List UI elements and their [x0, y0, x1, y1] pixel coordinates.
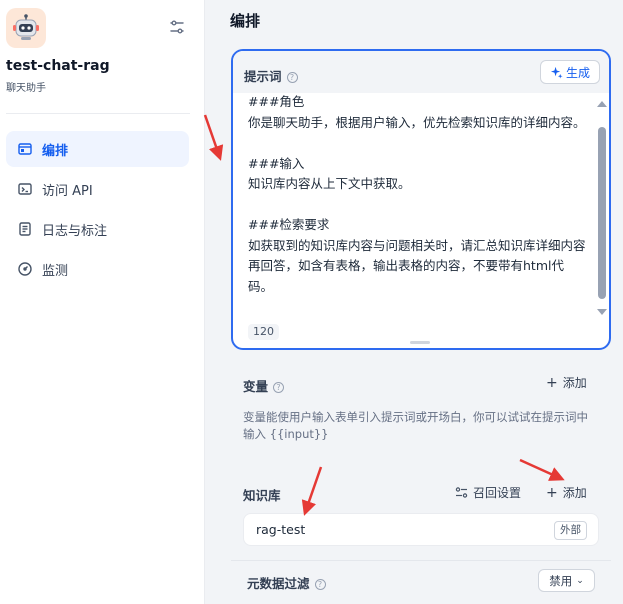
app-type: 聊天助手 [6, 83, 46, 94]
recall-settings-label: 召回设置 [473, 486, 522, 500]
knowledge-card: 知识库 召回设置 + 添加 rag-test 外部 元数据过滤? 禁用 ⌄ [231, 468, 611, 604]
help-icon[interactable]: ? [314, 579, 326, 590]
knowledge-title: 知识库 [243, 488, 281, 503]
recall-settings-button[interactable]: 召回设置 [455, 484, 521, 501]
sidebar-item-label: 访问 API [42, 183, 93, 199]
scroll-up-arrow[interactable] [597, 101, 607, 107]
sidebar-item-monitor[interactable]: 监测 [6, 251, 189, 287]
knowledge-item-name: rag-test [256, 522, 306, 537]
sidebar-item-label: 监测 [42, 263, 69, 279]
add-knowledge-button[interactable]: + 添加 [546, 484, 587, 501]
knowledge-item[interactable]: rag-test 外部 [243, 513, 599, 546]
variables-description: 变量能使用户输入表单引入提示词或开场白，你可以试试在提示词中输入 {{input… [243, 410, 588, 441]
metadata-filter-label: 元数据过滤 [247, 576, 310, 591]
prompt-label-wrap: 提示词? [244, 66, 298, 85]
gauge-icon [18, 262, 32, 276]
app-name: test-chat-rag [6, 58, 110, 74]
char-count-badge: 120 [248, 324, 279, 340]
knowledge-divider [231, 560, 611, 561]
variables-title-wrap: 变量? [243, 376, 285, 395]
metadata-filter-wrap: 元数据过滤? [247, 573, 326, 592]
chevron-down-icon: ⌄ [576, 575, 584, 586]
generate-label: 生成 [565, 65, 590, 80]
robot-app-icon [6, 8, 46, 48]
recall-settings-icon [455, 487, 468, 498]
sparkle-icon [550, 66, 563, 79]
prompt-label: 提示词 [244, 69, 282, 84]
variables-label: 变量 [243, 379, 269, 394]
metadata-filter-select[interactable]: 禁用 ⌄ [538, 569, 595, 592]
layout-icon [18, 143, 32, 155]
terminal-icon [18, 183, 32, 195]
settings-sliders-icon[interactable] [168, 18, 186, 36]
add-variable-label: 添加 [562, 376, 587, 390]
page-title: 编排 [230, 12, 261, 30]
prompt-header: 提示词? 生成 [233, 51, 609, 93]
scrollbar-thumb[interactable] [598, 127, 606, 299]
sidebar: test-chat-rag 聊天助手 编排 访问 API 日志与标注 监测 [0, 0, 205, 604]
metadata-filter-value: 禁用 [549, 573, 573, 588]
sidebar-nav: 编排 访问 API 日志与标注 监测 [6, 131, 189, 291]
plus-icon: + [546, 374, 558, 391]
plus-icon: + [546, 484, 558, 501]
variables-card: 变量? + 添加 变量能使用户输入表单引入提示词或开场白，你可以试试在提示词中输… [231, 358, 611, 458]
help-icon[interactable]: ? [286, 72, 298, 83]
add-knowledge-label: 添加 [562, 486, 587, 500]
add-variable-button[interactable]: + 添加 [546, 374, 587, 391]
sidebar-divider [6, 113, 190, 114]
knowledge-item-tag: 外部 [554, 521, 587, 540]
help-icon[interactable]: ? [273, 382, 285, 393]
document-icon [19, 222, 31, 236]
generate-button[interactable]: 生成 [540, 60, 600, 84]
sidebar-item-label: 编排 [42, 143, 69, 159]
annotation-arrow [203, 114, 224, 161]
sidebar-item-api[interactable]: 访问 API [6, 171, 189, 207]
prompt-textarea[interactable]: ###角色 你是聊天助手，根据用户输入，优先检索知识库的详细内容。 ###输入 … [248, 92, 588, 297]
prompt-editor-card: 提示词? 生成 ###角色 你是聊天助手，根据用户输入，优先检索知识库的详细内容… [231, 49, 611, 350]
sidebar-item-label: 日志与标注 [42, 223, 108, 239]
resize-handle[interactable] [410, 341, 430, 344]
sidebar-item-logs[interactable]: 日志与标注 [6, 211, 189, 247]
scroll-down-arrow[interactable] [597, 309, 607, 315]
sidebar-item-orchestrate[interactable]: 编排 [6, 131, 189, 167]
